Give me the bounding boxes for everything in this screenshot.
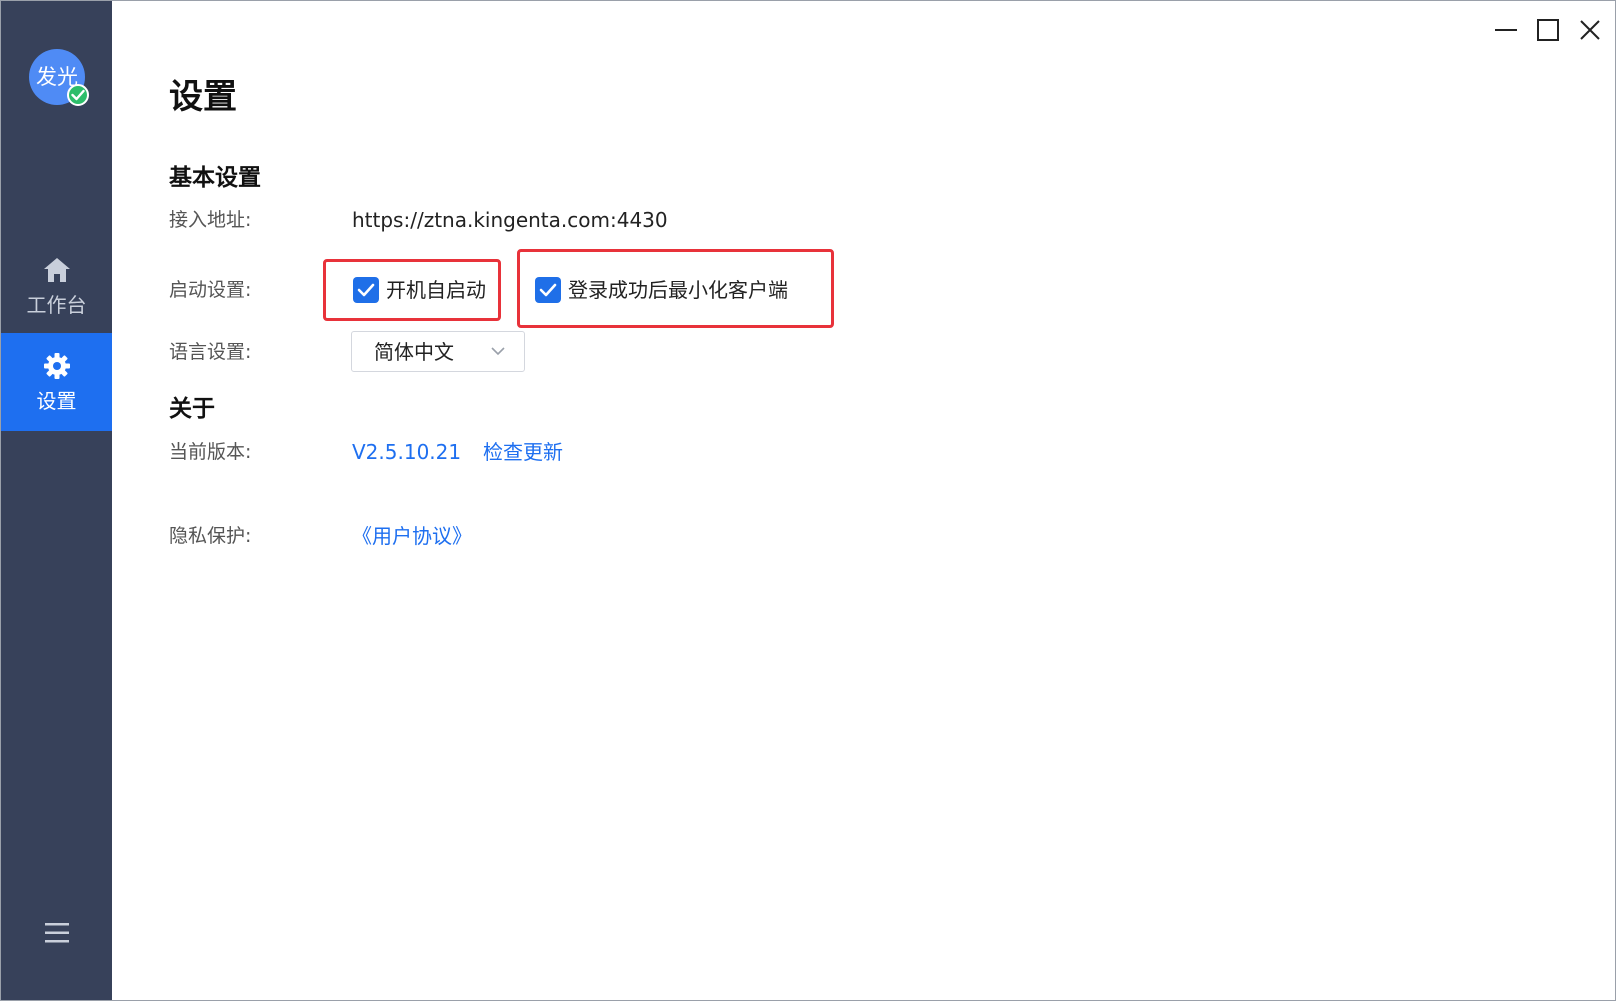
minimize-after-login-label[interactable]: 登录成功后最小化客户端 — [568, 276, 788, 304]
page-title: 设置 — [169, 77, 237, 117]
language-settings-label: 语言设置: — [169, 341, 252, 363]
language-select[interactable]: 简体中文 — [351, 331, 525, 372]
version-value: V2.5.10.21 — [352, 440, 462, 464]
minimize-after-login-checkbox[interactable] — [535, 277, 561, 303]
online-check-icon — [67, 84, 89, 106]
sidebar-item-workbench[interactable]: 工作台 — [1, 237, 112, 335]
sidebar-item-settings[interactable]: 设置 — [1, 333, 112, 431]
gear-icon — [44, 353, 70, 379]
maximize-icon[interactable] — [1533, 15, 1563, 45]
sidebar: 发光 工作台 设置 — [1, 1, 112, 1000]
section-title-about: 关于 — [169, 396, 215, 422]
user-agreement-link[interactable]: 《用户协议》 — [352, 522, 472, 550]
home-icon — [44, 258, 70, 282]
autostart-checkbox[interactable] — [353, 277, 379, 303]
menu-icon[interactable] — [43, 920, 71, 946]
sidebar-item-label: 设置 — [36, 389, 77, 413]
check-update-link[interactable]: 检查更新 — [483, 438, 563, 466]
access-address-value: https://ztna.kingenta.com:4430 — [352, 208, 668, 232]
privacy-label: 隐私保护: — [169, 525, 252, 547]
access-address-label: 接入地址: — [169, 209, 252, 231]
check-icon — [539, 283, 557, 297]
current-version-label: 当前版本: — [169, 441, 252, 463]
close-icon[interactable] — [1575, 15, 1605, 45]
chevron-down-icon — [491, 347, 505, 356]
language-select-value: 简体中文 — [374, 340, 454, 364]
section-title-basic: 基本设置 — [169, 165, 261, 191]
sidebar-item-label: 工作台 — [26, 293, 87, 317]
startup-settings-label: 启动设置: — [169, 279, 252, 301]
autostart-label[interactable]: 开机自启动 — [386, 276, 486, 304]
check-icon — [357, 283, 375, 297]
minimize-icon[interactable] — [1491, 15, 1521, 45]
app-window: 发光 工作台 设置 设置 基本设置 接入地址: https://ztna.kin… — [0, 0, 1616, 1001]
